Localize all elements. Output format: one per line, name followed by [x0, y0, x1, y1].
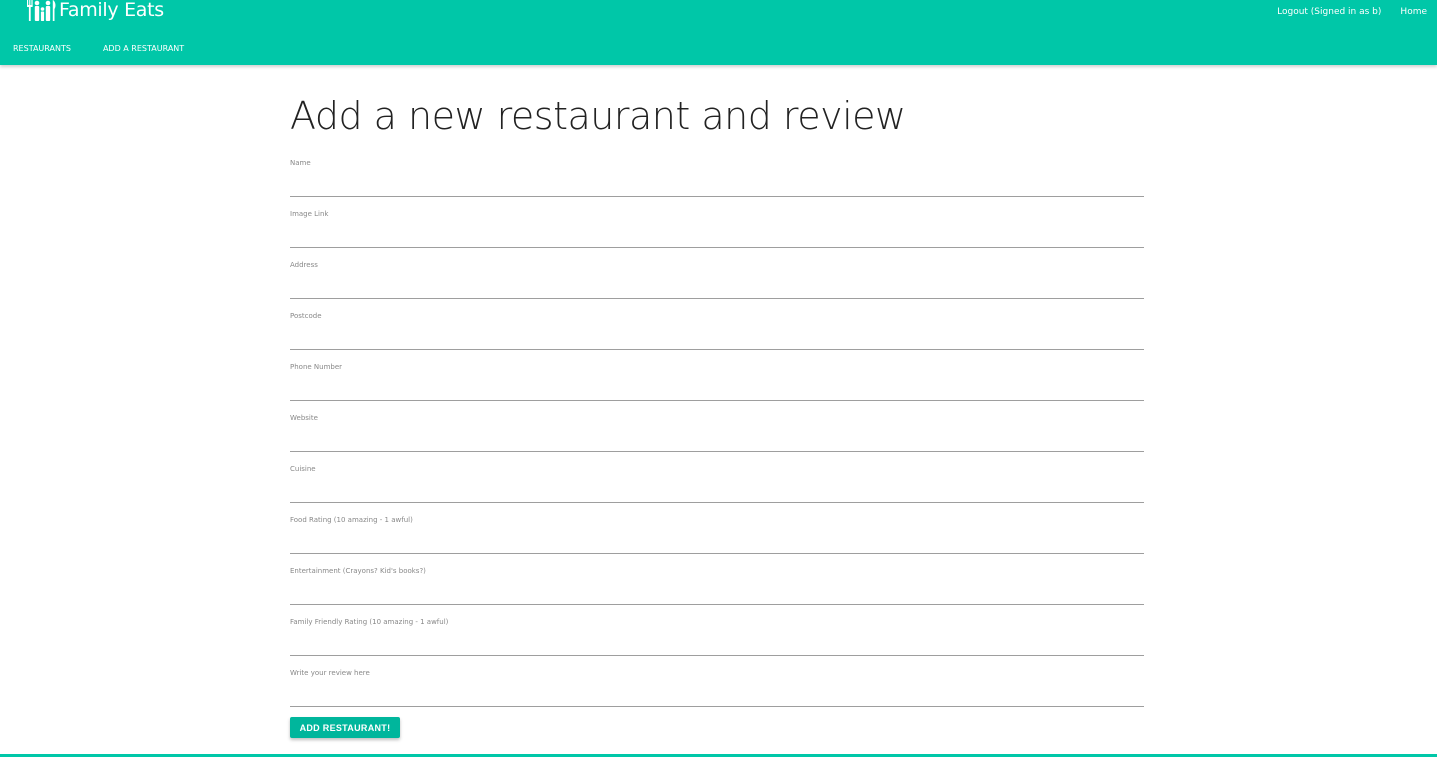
page-title: Add a new restaurant and review	[290, 94, 906, 138]
cuisine-label: Cuisine	[290, 465, 316, 473]
address-input[interactable]	[290, 273, 1144, 299]
review-input[interactable]	[290, 681, 1144, 707]
image-link-label: Image Link	[290, 210, 329, 218]
image-link-input[interactable]	[290, 222, 1144, 248]
website-label: Website	[290, 414, 318, 422]
add-restaurant-button[interactable]: ADD RESTAURANT!	[290, 717, 400, 738]
food-rating-field-group: Food Rating (10 amazing - 1 awful)	[290, 516, 1144, 567]
main-content: Add a new restaurant and review Name Ima…	[290, 90, 1144, 738]
address-label: Address	[290, 261, 318, 269]
brand-logo-link[interactable]: Family Eats	[26, 0, 164, 22]
phone-field-group: Phone Number	[290, 363, 1144, 414]
website-input[interactable]	[290, 426, 1144, 452]
nav-add-restaurant[interactable]: ADD A RESTAURANT	[103, 43, 184, 54]
entertainment-field-group: Entertainment (Crayons? Kid's books?)	[290, 567, 1144, 618]
family-rating-label: Family Friendly Rating (10 amazing - 1 a…	[290, 618, 449, 626]
food-rating-input[interactable]	[290, 528, 1144, 554]
entertainment-label: Entertainment (Crayons? Kid's books?)	[290, 567, 426, 575]
top-right-links: Logout (Signed in as b) Home	[1277, 6, 1427, 18]
food-rating-label: Food Rating (10 amazing - 1 awful)	[290, 516, 413, 524]
name-input[interactable]	[290, 171, 1144, 197]
secondary-nav: RESTAURANTS ADD A RESTAURANT	[13, 43, 184, 54]
home-link[interactable]: Home	[1400, 6, 1427, 18]
postcode-label: Postcode	[290, 312, 322, 320]
phone-label: Phone Number	[290, 363, 343, 371]
review-label: Write your review here	[290, 669, 370, 677]
name-label: Name	[290, 159, 311, 167]
address-field-group: Address	[290, 261, 1144, 312]
phone-input[interactable]	[290, 375, 1144, 401]
entertainment-input[interactable]	[290, 579, 1144, 605]
brand-name: Family Eats	[59, 0, 164, 21]
family-rating-input[interactable]	[290, 630, 1144, 656]
website-field-group: Website	[290, 414, 1144, 465]
postcode-field-group: Postcode	[290, 312, 1144, 363]
logout-link[interactable]: Logout (Signed in as b)	[1277, 6, 1381, 18]
postcode-input[interactable]	[290, 324, 1144, 350]
image-link-field-group: Image Link	[290, 210, 1144, 261]
name-field-group: Name	[290, 159, 1144, 210]
family-rating-field-group: Family Friendly Rating (10 amazing - 1 a…	[290, 618, 1144, 669]
nav-restaurants[interactable]: RESTAURANTS	[13, 43, 71, 54]
top-navbar: Family Eats Logout (Signed in as b) Home…	[0, 0, 1437, 65]
family-icon	[27, 0, 56, 21]
cuisine-input[interactable]	[290, 477, 1144, 503]
cuisine-field-group: Cuisine	[290, 465, 1144, 516]
review-field-group: Write your review here	[290, 669, 1144, 720]
